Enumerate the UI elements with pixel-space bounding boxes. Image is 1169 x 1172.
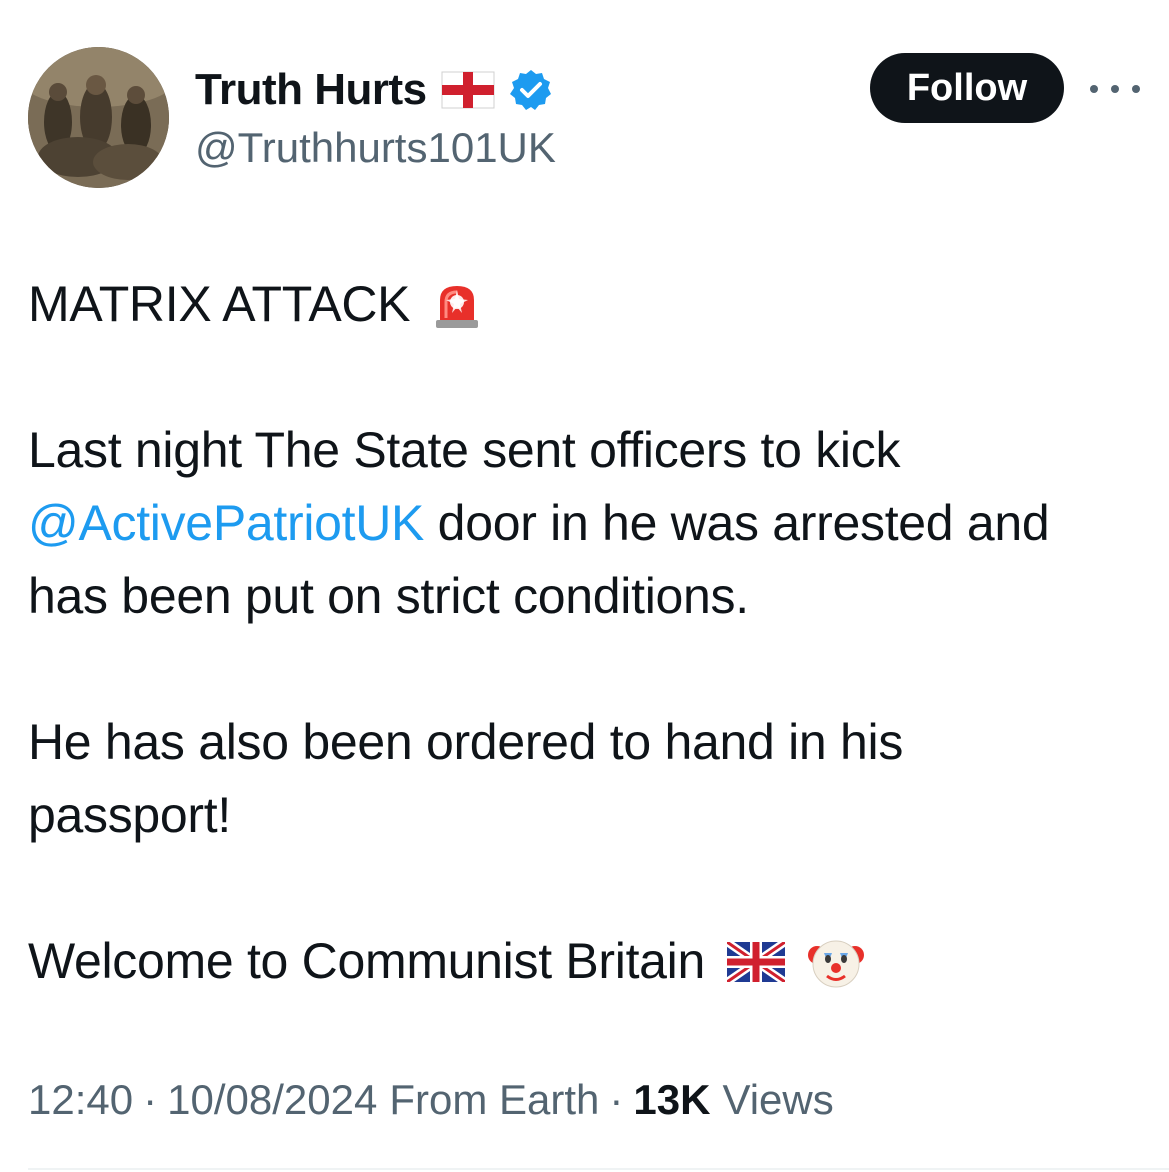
more-dot <box>1090 85 1098 93</box>
avatar[interactable] <box>28 47 169 188</box>
england-flag-icon <box>441 71 495 109</box>
uk-flag-emoji <box>727 941 786 982</box>
tweet-line: MATRIX ATTACK <box>28 268 1158 341</box>
author-handle[interactable]: @Truthhurts101UK <box>195 124 556 172</box>
tweet-text-line: Last night The State sent officers to ki… <box>28 422 901 478</box>
verified-badge-icon[interactable] <box>509 68 553 112</box>
more-dot <box>1111 85 1119 93</box>
meta-separator: · <box>609 1076 624 1123</box>
clown-face-emoji <box>808 940 865 987</box>
tweet-line: passport! <box>28 779 1158 852</box>
tweet-time[interactable]: 12:40 <box>28 1076 133 1124</box>
more-dot <box>1132 85 1140 93</box>
tweet-text-line: passport! <box>28 787 231 843</box>
tweet-line: @ActivePatriotUK door in he was arrested… <box>28 487 1158 560</box>
tweet-text-line: door in he was arrested and <box>424 495 1050 551</box>
meta-separator: · <box>143 1076 158 1123</box>
police-siren-emoji <box>436 285 479 328</box>
tweet-line: Last night The State sent officers to ki… <box>28 414 1158 487</box>
tweet-line: Welcome to Communist Britain <box>28 925 1158 998</box>
tweet-headline: MATRIX ATTACK <box>28 276 411 332</box>
mention-link[interactable]: @ActivePatriotUK <box>28 487 424 560</box>
tweet-meta: 12:40 · 10/08/2024 From Earth · 13K View… <box>28 1076 834 1124</box>
tweet-line: He has also been ordered to hand in his <box>28 706 1158 779</box>
author-name-row: Truth Hurts <box>195 62 553 118</box>
follow-button[interactable]: Follow <box>870 53 1064 123</box>
more-options-icon[interactable] <box>1090 76 1140 102</box>
tweet-source: From Earth <box>389 1076 600 1123</box>
views-label: Views <box>722 1076 834 1123</box>
views-count[interactable]: 13K <box>633 1076 710 1124</box>
avatar-image <box>28 47 169 188</box>
display-name[interactable]: Truth Hurts <box>195 65 427 115</box>
divider <box>28 1168 1169 1170</box>
tweet-text-line: has been put on strict conditions. <box>28 568 749 624</box>
tweet-date[interactable]: 10/08/2024 <box>167 1076 377 1124</box>
tweet-text-line: Welcome to Communist Britain <box>28 933 706 989</box>
tweet-text: MATRIX ATTACK Last night The State sent … <box>28 268 1158 998</box>
tweet-line: has been put on strict conditions. <box>28 560 1158 633</box>
tweet-text-line: He has also been ordered to hand in his <box>28 714 904 770</box>
